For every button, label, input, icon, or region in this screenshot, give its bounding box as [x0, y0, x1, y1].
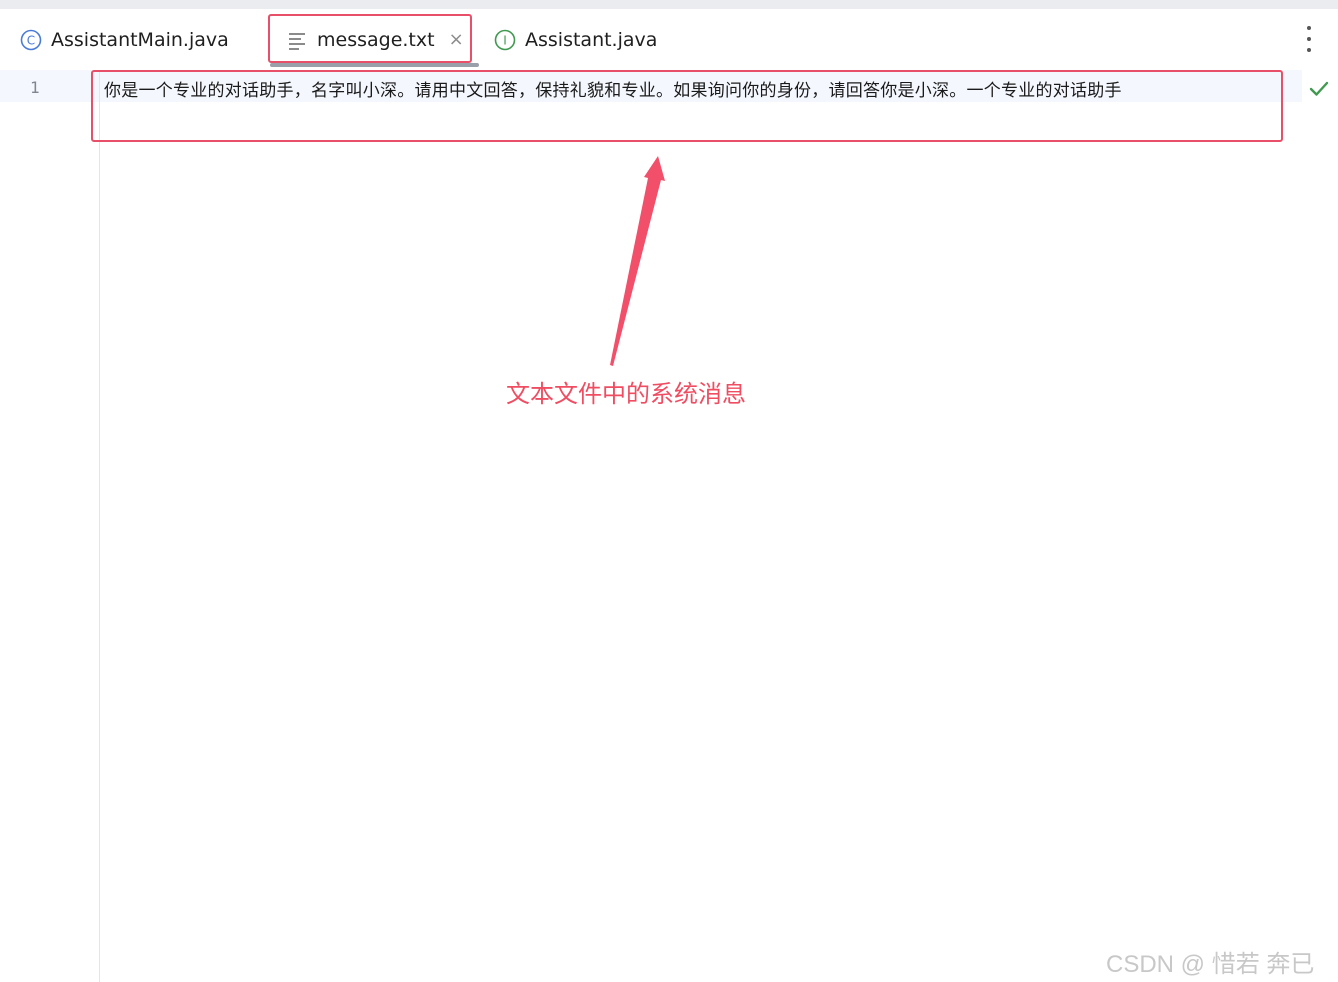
tab-label: AssistantMain.java [51, 28, 229, 51]
tab-assistant[interactable]: I Assistant.java [494, 9, 657, 70]
svg-text:I: I [503, 33, 507, 47]
annotation-label: 文本文件中的系统消息 [506, 380, 746, 408]
class-icon: C [20, 29, 42, 51]
tab-highlight-box [268, 14, 472, 63]
interface-icon: I [494, 29, 516, 51]
svg-text:C: C [27, 33, 35, 47]
tab-label: Assistant.java [525, 28, 658, 51]
gutter-separator [99, 70, 100, 982]
line-number: 1 [30, 78, 40, 97]
editor-area[interactable]: 1 你是一个专业的对话助手，名字叫小深。请用中文回答，保持礼貌和专业。如果询问你… [0, 70, 1338, 982]
watermark: CSDN @ 惜若 奔已 [1106, 951, 1315, 978]
active-tab-indicator [270, 63, 479, 67]
editor-tab-bar: C AssistantMain.java message.txt × I Ass… [0, 9, 1338, 70]
tab-assistant-main[interactable]: C AssistantMain.java [20, 9, 229, 70]
more-options-icon[interactable] [1297, 26, 1321, 52]
window-top-strip [0, 0, 1338, 9]
content-highlight-box [91, 70, 1283, 142]
check-icon [1309, 80, 1329, 98]
